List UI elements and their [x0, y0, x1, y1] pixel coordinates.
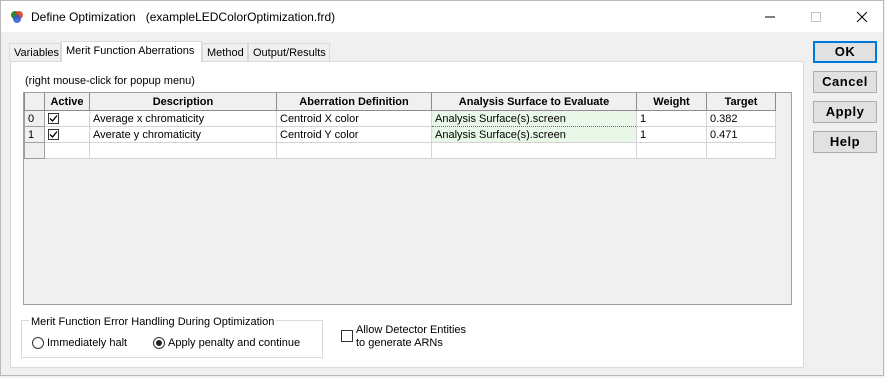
close-button[interactable] [839, 1, 885, 32]
minimize-button[interactable] [747, 1, 793, 32]
immediately-halt-label[interactable]: Immediately halt [47, 337, 127, 349]
analysis-surface-cell[interactable] [431, 142, 637, 159]
allow-detector-entities-line2: to generate ARNs [356, 337, 443, 349]
popup-menu-hint: (right mouse-click for popup menu) [25, 75, 195, 87]
column-header-weight[interactable]: Weight [636, 93, 707, 111]
aberration-definition-cell[interactable]: Centroid Y color [276, 126, 432, 143]
tab-output-results[interactable]: Output/Results [248, 43, 330, 61]
window-title: Define Optimization (exampleLEDColorOpti… [31, 10, 335, 24]
table-header-row: Active Description Aberration Definition… [24, 93, 776, 111]
aberration-definition-cell[interactable] [276, 142, 432, 159]
analysis-surface-cell[interactable]: Analysis Surface(s).screen [431, 110, 637, 127]
cancel-button[interactable]: Cancel [813, 71, 877, 93]
apply-penalty-radio[interactable] [153, 337, 165, 349]
allow-detector-entities-checkbox[interactable] [341, 330, 353, 342]
weight-cell[interactable]: 1 [636, 126, 707, 143]
table-row: 1 Averate y chromaticity Centroid Y colo… [24, 126, 776, 143]
active-cell[interactable] [44, 110, 90, 127]
column-header-target[interactable]: Target [706, 93, 776, 111]
maximize-button[interactable] [793, 1, 839, 32]
help-button[interactable]: Help [813, 131, 877, 153]
define-optimization-window: Define Optimization (exampleLEDColorOpti… [0, 0, 884, 376]
merit-function-grid[interactable]: Active Description Aberration Definition… [23, 92, 792, 305]
description-cell[interactable] [89, 142, 277, 159]
table-row: 0 Average x chromaticity Centroid X colo… [24, 110, 776, 127]
row-index[interactable] [24, 142, 45, 159]
row-index[interactable]: 1 [24, 126, 45, 143]
row-index[interactable]: 0 [24, 110, 45, 127]
target-cell[interactable] [706, 142, 776, 159]
checkmark-icon [49, 115, 58, 123]
allow-detector-entities-label[interactable]: Allow Detector Entities to generate ARNs [356, 324, 466, 350]
ok-button[interactable]: OK [813, 41, 877, 63]
description-cell[interactable]: Averate y chromaticity [89, 126, 277, 143]
column-header-active[interactable]: Active [44, 93, 90, 111]
apply-penalty-label[interactable]: Apply penalty and continue [168, 337, 300, 349]
column-header-description[interactable]: Description [89, 93, 277, 111]
tab-method[interactable]: Method [202, 43, 248, 61]
active-cell[interactable] [44, 126, 90, 143]
column-header-aberration-definition[interactable]: Aberration Definition [276, 93, 432, 111]
row-index-header [24, 93, 45, 111]
aberration-definition-cell[interactable]: Centroid X color [276, 110, 432, 127]
merit-function-panel: (right mouse-click for popup menu) Activ… [10, 61, 804, 368]
merit-function-table: Active Description Aberration Definition… [24, 93, 776, 159]
active-checkbox[interactable] [48, 113, 59, 125]
target-cell[interactable]: 0.471 [706, 126, 776, 143]
table-row-new [24, 142, 776, 159]
target-cell[interactable]: 0.382 [706, 110, 776, 127]
active-cell[interactable] [44, 142, 90, 159]
window-filename: (exampleLEDColorOptimization.frd) [145, 10, 336, 24]
apply-button[interactable]: Apply [813, 101, 877, 123]
error-handling-legend: Merit Function Error Handling During Opt… [29, 316, 277, 328]
column-header-analysis-surface[interactable]: Analysis Surface to Evaluate [431, 93, 637, 111]
title-bar[interactable]: Define Optimization (exampleLEDColorOpti… [1, 1, 883, 32]
window-title-text: Define Optimization [31, 10, 136, 24]
checkmark-icon [49, 131, 58, 139]
analysis-surface-cell[interactable]: Analysis Surface(s).screen [431, 126, 637, 143]
tab-merit-function-aberrations[interactable]: Merit Function Aberrations [61, 41, 202, 62]
tab-variables[interactable]: Variables [9, 43, 61, 61]
app-icon [9, 9, 25, 25]
weight-cell[interactable] [636, 142, 707, 159]
allow-detector-entities-line1: Allow Detector Entities [356, 324, 467, 336]
description-cell[interactable]: Average x chromaticity [89, 110, 277, 127]
active-checkbox[interactable] [48, 129, 59, 141]
immediately-halt-radio[interactable] [32, 337, 44, 349]
weight-cell[interactable]: 1 [636, 110, 707, 127]
